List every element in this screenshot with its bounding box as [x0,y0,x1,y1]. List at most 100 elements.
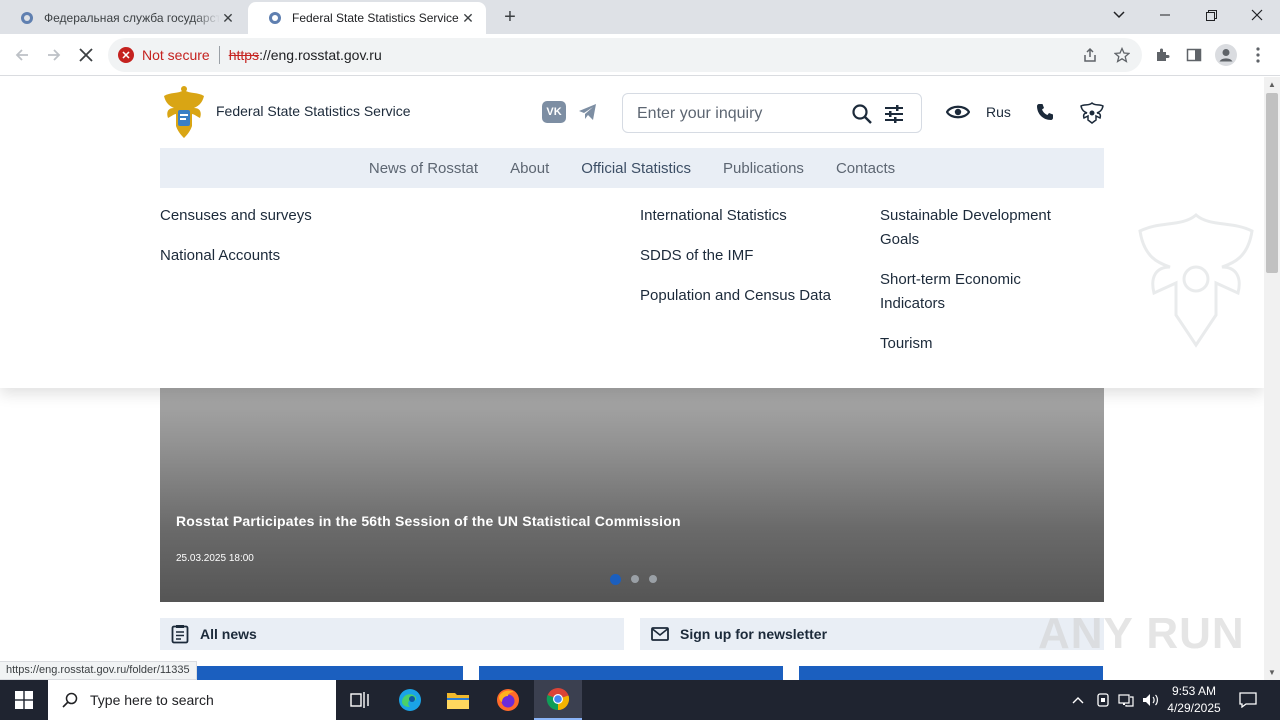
taskbar-clock[interactable]: 9:53 AM 4/29/2025 [1160,683,1228,717]
all-news-label: All news [200,626,257,642]
status-bar-url: https://eng.rosstat.gov.ru/folder/11335 [0,661,197,680]
submenu-short-term-economic-indicators[interactable]: Short-term Economic Indicators [880,268,1060,316]
clock-date: 4/29/2025 [1167,701,1221,715]
russian-emblem-icon[interactable] [1078,100,1106,124]
browser-toolbar: ✕ Not secure https://eng.rosstat.gov.ru [0,34,1280,76]
submenu-tourism[interactable]: Tourism [880,332,933,356]
not-secure-icon[interactable]: ✕ [118,47,134,63]
anyrun-watermark: ANY RUN [1038,609,1245,658]
mail-envelope-icon [650,624,670,644]
rosstat-logo[interactable] [160,84,208,140]
news-card-2[interactable] [479,666,783,680]
submenu-international-statistics[interactable]: International Statistics [640,204,787,228]
task-view-icon[interactable] [336,680,384,720]
telegram-icon[interactable] [576,101,600,123]
search-input[interactable] [637,103,837,125]
news-slider[interactable]: Rosstat Participates in the 56th Session… [160,357,1104,602]
site-search [622,93,922,133]
url-text[interactable]: https://eng.rosstat.gov.ru [229,47,382,63]
nav-news-of-rosstat[interactable]: News of Rosstat [369,160,478,177]
news-card-1[interactable] [160,666,463,680]
submenu-sustainable-development-goals[interactable]: Sustainable Development Goals [880,204,1080,252]
profile-avatar-icon[interactable] [1214,43,1238,67]
newsletter-label: Sign up for newsletter [680,626,828,642]
vk-icon[interactable]: VK [542,101,566,123]
address-bar[interactable]: ✕ Not secure https://eng.rosstat.gov.ru [108,38,1142,72]
rosstat-favicon-icon [268,11,282,25]
tab-rosstat-eng[interactable]: Federal State Statistics Service ✕ [248,2,486,34]
site-name[interactable]: Federal State Statistics Service [216,103,411,119]
slider-dots [610,574,667,585]
submenu-sdds-of-the-imf[interactable]: SDDS of the IMF [640,244,753,268]
menu-kebab-icon[interactable] [1246,43,1270,67]
url-host: ://eng.rosstat.gov.ru [259,47,382,63]
side-panel-icon[interactable] [1182,43,1206,67]
nav-publications[interactable]: Publications [723,160,804,177]
newsletter-signup-button[interactable]: Sign up for newsletter [640,618,1104,650]
scroll-down-icon[interactable]: ▼ [1268,668,1276,677]
url-scheme: https [228,47,260,63]
submenu-national-accounts[interactable]: National Accounts [160,244,280,268]
taskbar-search[interactable]: Type here to search [48,680,336,720]
phone-icon[interactable] [1034,100,1056,124]
tab-title: Federal State Statistics Service [292,11,459,25]
close-window-icon[interactable] [1234,0,1280,30]
tab-search-icon[interactable] [1096,0,1142,30]
stop-loading-icon[interactable] [74,43,98,67]
tab-title: Федеральная служба государственной стати… [44,11,220,25]
minimize-icon[interactable] [1142,0,1188,30]
slider-dot-3[interactable] [649,575,657,583]
tray-device-icon[interactable] [1094,680,1112,720]
nav-about[interactable]: About [510,160,549,177]
tab-rosstat-ru[interactable]: Федеральная служба государственной стати… [0,2,246,34]
new-tab-button[interactable]: + [498,6,522,28]
firefox-icon[interactable] [484,680,532,720]
rosstat-favicon-icon [20,11,34,25]
scrollbar-thumb[interactable] [1266,93,1278,273]
not-secure-label[interactable]: Not secure [142,47,210,63]
all-news-button[interactable]: All news [160,618,624,650]
news-list-icon [170,624,190,644]
filter-sliders-icon[interactable] [883,103,905,125]
chrome-icon[interactable] [534,680,582,720]
slide-date: 25.03.2025 18:00 [176,553,254,564]
share-icon[interactable] [1078,43,1102,67]
notifications-icon[interactable] [1236,680,1260,720]
slider-dot-2[interactable] [631,575,639,583]
tray-chevron-up-icon[interactable] [1068,680,1088,720]
slider-dot-1[interactable] [610,574,621,585]
nav-contacts[interactable]: Contacts [836,160,895,177]
restore-icon[interactable] [1188,0,1234,30]
main-navigation: News of Rosstat About Official Statistic… [160,148,1104,188]
language-switch[interactable]: Rus [986,104,1011,120]
close-tab-icon[interactable]: ✕ [220,10,236,26]
clock-time: 9:53 AM [1171,684,1217,698]
tab-strip: Федеральная служба государственной стати… [0,0,1280,34]
scroll-up-icon[interactable]: ▲ [1268,80,1276,89]
network-icon[interactable] [1116,680,1136,720]
file-explorer-icon[interactable] [434,680,482,720]
submenu-censuses-and-surveys[interactable]: Censuses and surveys [160,204,312,228]
volume-icon[interactable] [1140,680,1162,720]
extensions-puzzle-icon[interactable] [1150,43,1174,67]
divider [218,46,220,64]
forward-icon[interactable] [42,43,66,67]
slide-title[interactable]: Rosstat Participates in the 56th Session… [176,513,681,529]
bookmark-star-icon[interactable] [1110,43,1134,67]
nav-official-statistics[interactable]: Official Statistics [581,160,691,177]
page-viewport: Federal State Statistics Service VK Rus [0,77,1264,680]
submenu-population-and-census-data[interactable]: Population and Census Data [640,284,831,308]
news-card-3[interactable] [799,666,1103,680]
search-icon [62,692,78,708]
edge-browser-icon[interactable] [386,680,434,720]
search-icon[interactable] [851,103,873,125]
close-tab-icon[interactable]: ✕ [460,10,476,26]
accessibility-eye-icon[interactable] [945,100,971,124]
windows-taskbar: Type here to search 9:53 AM 4/29/2025 [0,680,1280,720]
emblem-watermark-icon [1132,205,1260,355]
page-scrollbar[interactable]: ▲ ▼ [1264,77,1280,680]
site-header: Federal State Statistics Service VK Rus [0,77,1264,388]
back-icon[interactable] [10,43,34,67]
taskbar-search-placeholder: Type here to search [90,692,214,708]
windows-start-icon[interactable] [0,680,48,720]
